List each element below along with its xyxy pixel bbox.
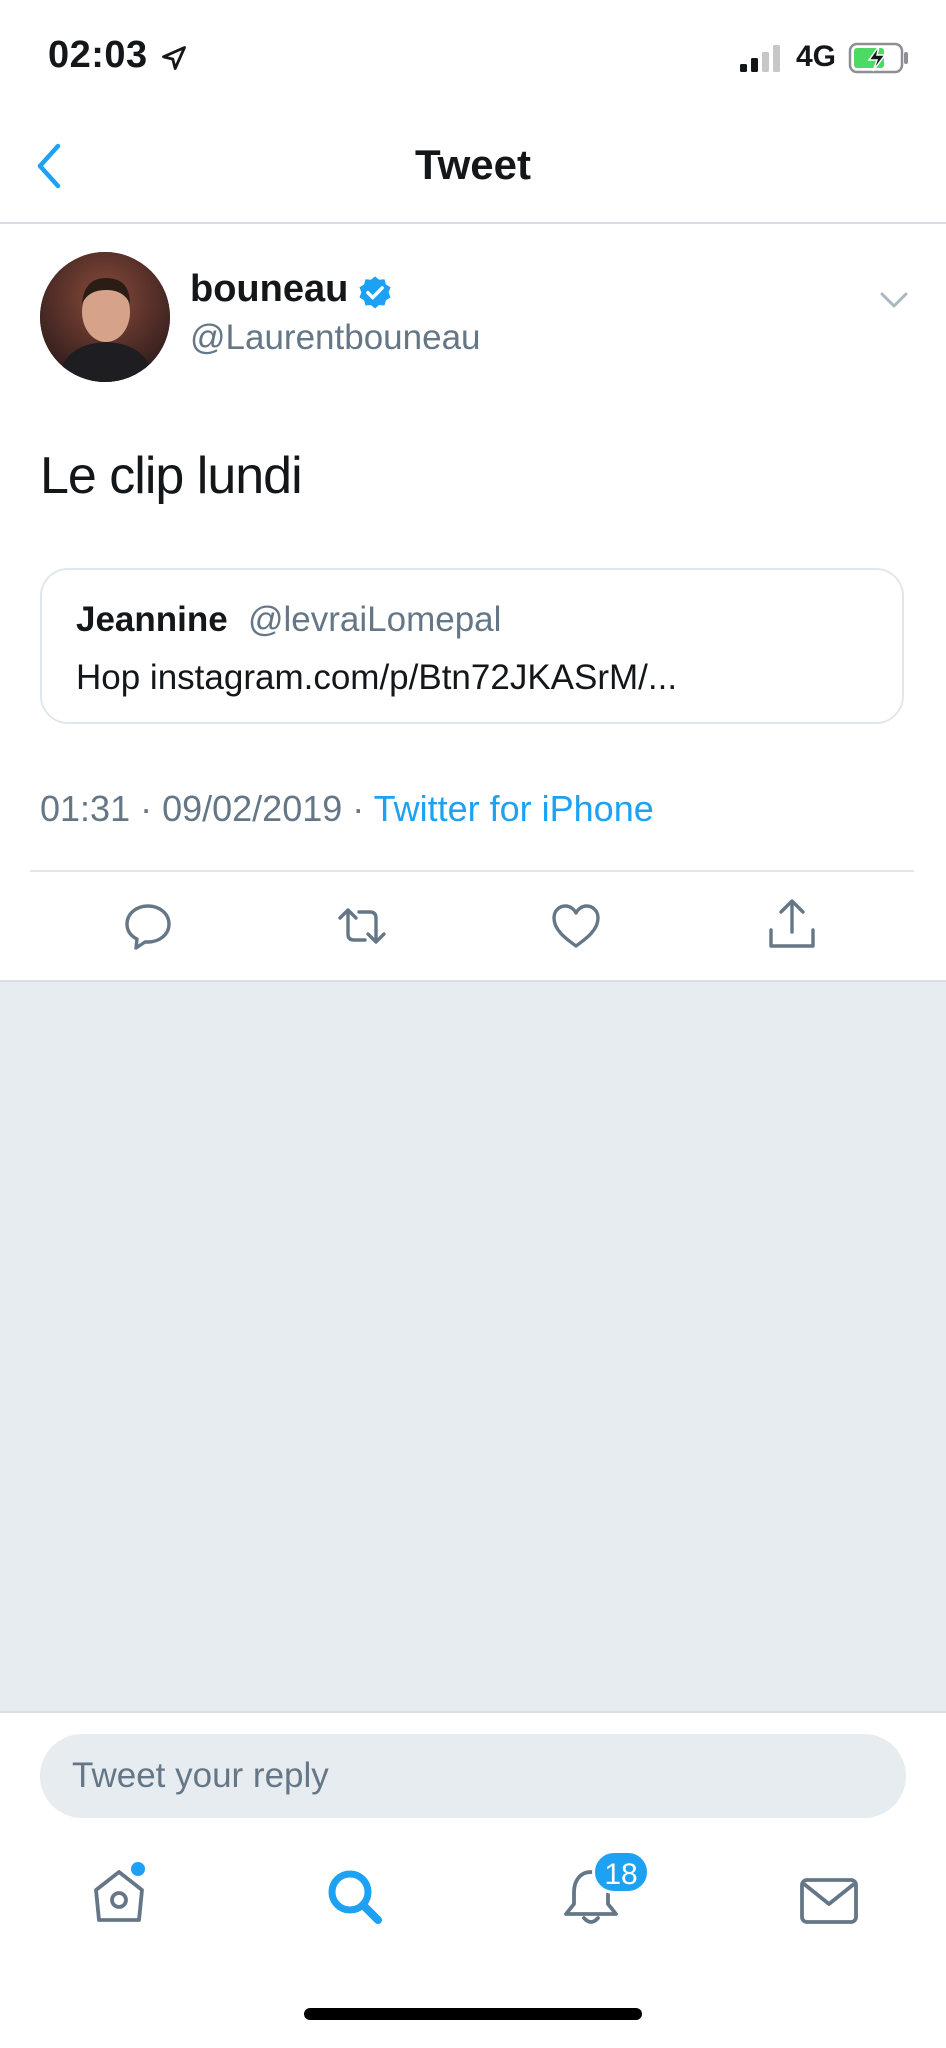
tweet-source-link[interactable]: Twitter for iPhone (374, 788, 654, 829)
tweet-time: 01:31 (40, 788, 131, 829)
quoted-author-name: Jeannine (76, 600, 228, 639)
search-icon[interactable] (320, 1862, 390, 1932)
retweet-icon[interactable] (334, 898, 390, 954)
battery-charging-icon (848, 42, 908, 74)
tweet-meta: 01:31 · 09/02/2019 · Twitter for iPhone (40, 788, 654, 830)
author-handle[interactable]: @Laurentbouneau (190, 318, 481, 358)
like-heart-icon[interactable] (548, 898, 604, 954)
quoted-author-handle: @levraiLomepal (248, 600, 502, 639)
replies-empty-area (0, 982, 946, 1712)
avatar[interactable] (40, 252, 170, 382)
tweet-text: Le clip lundi (40, 447, 303, 505)
verified-badge-icon (359, 276, 391, 309)
author-name[interactable]: bouneau (190, 268, 348, 311)
share-icon[interactable] (764, 896, 820, 952)
reply-icon[interactable] (120, 898, 176, 954)
tweet-date: 09/02/2019 (162, 788, 343, 829)
status-time: 02:03 (48, 34, 148, 76)
home-unread-dot (131, 1862, 145, 1876)
location-arrow-icon (162, 46, 186, 70)
quoted-tweet-text: Hop instagram.com/p/Btn72JKASrM/... (76, 658, 678, 697)
page-title: Tweet (415, 141, 531, 188)
composer-divider (0, 1711, 946, 1713)
back-chevron-icon[interactable] (30, 140, 70, 192)
reply-input[interactable] (40, 1734, 906, 1818)
home-indicator[interactable] (304, 2008, 642, 2020)
meta-separator: · (342, 788, 374, 829)
meta-divider (30, 870, 914, 872)
nav-divider (0, 222, 946, 224)
chevron-down-icon[interactable] (876, 284, 912, 314)
notifications-badge: 18 (592, 1850, 650, 1894)
quoted-tweet-card[interactable]: Jeannine @levraiLomepal Hop instagram.co… (40, 568, 904, 724)
signal-icon (740, 45, 780, 72)
network-type: 4G (796, 40, 837, 73)
meta-separator: · (130, 788, 163, 829)
messages-envelope-icon[interactable] (794, 1866, 864, 1936)
